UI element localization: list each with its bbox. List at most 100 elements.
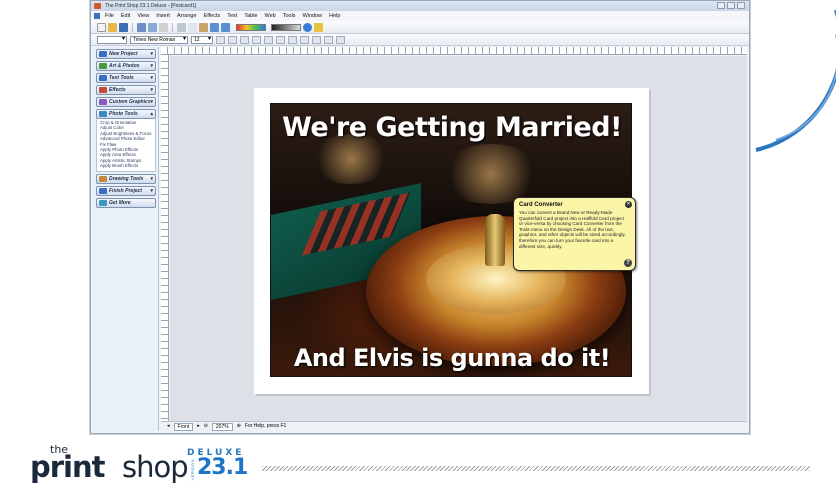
menu-web[interactable]: Web (265, 11, 276, 21)
chevron-down-icon: ▾ (150, 75, 153, 81)
menu-help[interactable]: Help (329, 11, 340, 21)
indent-icon[interactable] (312, 35, 321, 44)
page-next-icon[interactable]: ▸ (197, 422, 200, 431)
preview-icon[interactable] (148, 22, 157, 32)
effects-icon (99, 87, 107, 93)
custom-graphics-icon (99, 99, 107, 105)
menu-view[interactable]: View (137, 11, 149, 21)
menu-file[interactable]: File (105, 11, 114, 21)
app-icon (94, 3, 101, 9)
bold-icon[interactable] (216, 35, 225, 44)
text-effects-icon[interactable] (336, 35, 345, 44)
headline-top[interactable]: We're Getting Married! (271, 112, 631, 143)
format-toolbar: Times New Roman 12 (91, 34, 749, 46)
card-converter-tooltip: Card Converter You can convert a Brand N… (513, 197, 636, 271)
task-pane: New Project ▾ Art & Photos ▾ Text Tools … (93, 47, 159, 431)
redo-icon[interactable] (221, 22, 230, 32)
menu-text[interactable]: Text (227, 11, 237, 21)
standard-toolbar (91, 21, 749, 34)
new-icon[interactable] (97, 22, 106, 32)
zoom-level[interactable]: 207% (211, 422, 233, 431)
spell-check-icon[interactable] (159, 22, 168, 32)
text-tools-icon (99, 75, 107, 81)
style-select[interactable] (97, 35, 127, 44)
paste-icon[interactable] (199, 22, 208, 32)
menu-bar: File Edit View Insert Arrange Effects Te… (91, 11, 749, 21)
chevron-down-icon: ▾ (150, 187, 153, 194)
roulette-spindle (485, 214, 505, 266)
chevron-down-icon: ▾ (150, 87, 153, 93)
finish-project-icon (99, 187, 107, 194)
print-icon[interactable] (137, 22, 146, 32)
menu-effects[interactable]: Effects (204, 11, 221, 21)
align-right-icon[interactable] (276, 35, 285, 44)
menu-edit[interactable]: Edit (121, 11, 130, 21)
status-bar: ◂ Front ▸ ⊖ 207% ⊕ For Help, press F1 (161, 421, 747, 431)
text-color-icon[interactable] (324, 35, 333, 44)
drawing-tools-icon (99, 175, 107, 182)
chevron-down-icon: ▾ (150, 63, 153, 69)
logo-print: print (30, 450, 106, 484)
menu-tools[interactable]: Tools (283, 11, 296, 21)
background-light (441, 144, 541, 204)
cut-icon[interactable] (177, 22, 186, 32)
page-prev-icon[interactable]: ◂ (167, 422, 170, 431)
justify-icon[interactable] (288, 35, 297, 44)
photo-tools-list: Crop & Orientation Adjust Color Adjust B… (96, 119, 156, 172)
title-bar: The Print Shop 23.1 Deluxe - [Postcard1] (91, 1, 749, 11)
undo-icon[interactable] (210, 22, 219, 32)
new-project-icon (99, 51, 107, 57)
document-icon (94, 13, 100, 19)
font-name-select[interactable]: Times New Roman (130, 35, 188, 44)
align-left-icon[interactable] (252, 35, 261, 44)
toolbar-separator (132, 22, 133, 32)
menu-table[interactable]: Table (244, 11, 257, 21)
horizontal-ruler[interactable] (161, 47, 747, 55)
fill-color-palette[interactable] (236, 23, 266, 31)
web-icon[interactable] (303, 22, 312, 32)
window-controls (717, 2, 745, 9)
logo-version: 23.1 (197, 455, 248, 480)
pane-effects[interactable]: Effects ▾ (96, 85, 156, 95)
zoom-in-icon[interactable]: ⊕ (237, 422, 241, 431)
italic-icon[interactable] (228, 35, 237, 44)
close-icon[interactable]: ✕ (625, 201, 632, 208)
toolbar-separator (172, 22, 173, 32)
decorative-hatched-line (262, 466, 810, 471)
page-selector[interactable]: Front (173, 422, 194, 431)
menu-arrange[interactable]: Arrange (177, 11, 197, 21)
pane-finish-project[interactable]: Finish Project ▾ (96, 185, 156, 196)
copy-icon[interactable] (188, 22, 197, 32)
zoom-out-icon[interactable]: ⊖ (204, 422, 208, 431)
align-center-icon[interactable] (264, 35, 273, 44)
headline-bottom[interactable]: And Elvis is gunna do it! (271, 344, 631, 372)
pane-text-tools[interactable]: Text Tools ▾ (96, 73, 156, 83)
logo-version-label: VERSION (190, 459, 195, 481)
save-icon[interactable] (119, 22, 128, 32)
pane-art-photos[interactable]: Art & Photos ▾ (96, 61, 156, 71)
chevron-down-icon: ▾ (150, 175, 153, 182)
photo-tools-icon (99, 111, 107, 117)
vertical-ruler[interactable] (161, 55, 169, 421)
gray-palette[interactable] (271, 23, 301, 31)
photo-tool-brush-effects[interactable]: Apply Brush Effects (100, 163, 155, 168)
menu-insert[interactable]: Insert (156, 11, 170, 21)
gallery-icon[interactable] (314, 22, 323, 32)
open-icon[interactable] (108, 22, 117, 32)
tooltip-title: Card Converter (519, 202, 563, 208)
pane-new-project[interactable]: New Project ▾ (96, 49, 156, 59)
pane-drawing-tools[interactable]: Drawing Tools ▾ (96, 173, 156, 184)
pane-photo-tools[interactable]: Photo Tools ▴ (96, 109, 156, 119)
underline-icon[interactable] (240, 35, 249, 44)
font-size-select[interactable]: 12 (191, 35, 213, 44)
minimize-button[interactable] (717, 2, 725, 9)
help-hint: For Help, press F1 (244, 423, 287, 429)
help-icon[interactable]: ? (624, 259, 632, 267)
close-window-button[interactable] (737, 2, 745, 9)
maximize-button[interactable] (727, 2, 735, 9)
pane-custom-graphics[interactable]: Custom Graphics ▾ (96, 97, 156, 107)
art-photos-icon (99, 63, 107, 69)
menu-window[interactable]: Window (303, 11, 323, 21)
bullets-icon[interactable] (300, 35, 309, 44)
pane-get-more[interactable]: Get More (96, 197, 156, 208)
